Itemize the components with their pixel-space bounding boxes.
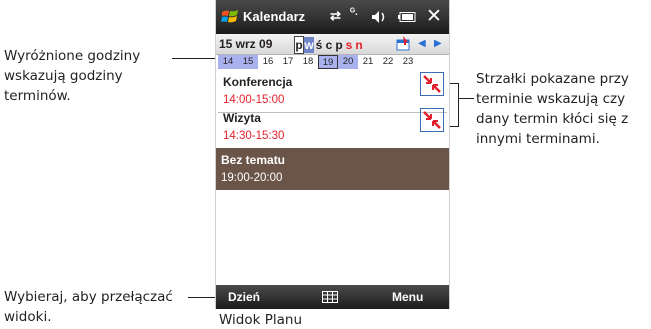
hour-label[interactable]: 23 xyxy=(398,55,418,69)
hours-callout-line-2: wskazują godziny xyxy=(4,68,123,84)
next-arrow-icon[interactable]: ▶ xyxy=(434,38,442,49)
hour-label[interactable]: 14 xyxy=(218,55,238,69)
close-icon[interactable]: ✕ xyxy=(426,5,442,28)
windows-logo-icon[interactable] xyxy=(221,9,239,25)
hour-label[interactable]: 19 xyxy=(318,55,338,69)
appointment-time: 14:30-15:30 xyxy=(223,130,285,142)
hours-callout-line-1: Wyróżnione godziny xyxy=(4,48,141,64)
battery-icon[interactable] xyxy=(398,12,416,22)
volume-icon[interactable] xyxy=(371,10,387,24)
conflict-callout: Strzałki pokazane przy terminie wskazują… xyxy=(476,69,629,149)
switch-callout: Wybieraj, aby przełączać widoki. xyxy=(4,287,173,327)
menu-softkey[interactable]: Menu xyxy=(392,290,423,304)
day-button[interactable]: n xyxy=(354,37,364,53)
hours-callout-line-3: terminów. xyxy=(4,88,71,104)
hour-label[interactable]: 15 xyxy=(238,55,258,69)
hours-callout: Wyróżnione godziny wskazują godziny term… xyxy=(4,46,140,106)
conflict-callout-line-4: innymi terminami. xyxy=(476,131,600,147)
day-button[interactable]: w xyxy=(304,37,314,53)
appointment-item[interactable]: Bez tematu 19:00-20:00 xyxy=(216,148,449,190)
date-bar: 15 wrz 09 pwścpsn ◀ ▶ xyxy=(216,34,449,55)
signal-icon[interactable]: ᴳ. xyxy=(350,7,358,18)
hour-label[interactable]: 17 xyxy=(278,55,298,69)
phone-screen: Kalendarz ⇄ ᴳ. ✕ 15 wrz 09 pwścpsn ◀ ▶ 1… xyxy=(215,0,450,309)
conflict-callout-line-1: Strzałki pokazane przy xyxy=(476,71,629,87)
switch-callout-line-2: widoki. xyxy=(4,309,52,325)
conflict-callout-bracket xyxy=(458,83,459,127)
conflict-callout-leader xyxy=(458,98,474,99)
conflict-arrows-icon xyxy=(420,72,444,96)
soft-key-bar: Dzień Menu xyxy=(216,285,449,309)
hour-label[interactable]: 21 xyxy=(358,55,378,69)
hours-callout-leader xyxy=(172,58,216,59)
go-to-today-icon[interactable] xyxy=(396,36,411,51)
hour-label[interactable]: 22 xyxy=(378,55,398,69)
hour-label[interactable]: 20 xyxy=(338,55,358,69)
hour-strip: 14 15 16 17 18 19 20 21 22 23 xyxy=(216,55,449,69)
current-date[interactable]: 15 wrz 09 xyxy=(219,37,272,51)
appointment-title: Wizyta xyxy=(223,111,261,125)
week-day-selector: pwścpsn xyxy=(294,36,364,54)
day-button[interactable]: s xyxy=(344,37,354,53)
conflict-callout-line-3: dany termin kłóci się z xyxy=(476,111,629,127)
previous-arrow-icon[interactable]: ◀ xyxy=(418,38,426,49)
switch-callout-line-1: Wybieraj, aby przełączać xyxy=(4,289,173,305)
calendar-grid-icon[interactable] xyxy=(322,291,338,303)
day-button[interactable]: ś xyxy=(314,37,324,53)
appointment-item[interactable]: Wizyta 14:30-15:30 xyxy=(218,106,447,149)
day-view-softkey[interactable]: Dzień xyxy=(228,290,260,304)
day-button[interactable]: p xyxy=(334,37,344,53)
day-button[interactable]: c xyxy=(324,37,334,53)
conflict-arrows-icon xyxy=(420,108,444,132)
title-bar: Kalendarz ⇄ ᴳ. ✕ xyxy=(216,0,449,34)
conflict-callout-line-2: terminie wskazują czy xyxy=(476,91,626,107)
appointment-title: Bez tematu xyxy=(221,153,286,167)
hour-label[interactable]: 18 xyxy=(298,55,318,69)
appointment-time: 14:00-15:00 xyxy=(223,94,285,106)
appointment-title: Konferencja xyxy=(223,75,293,89)
hour-label[interactable]: 16 xyxy=(258,55,278,69)
app-title: Kalendarz xyxy=(243,9,306,24)
figure-caption: Widok Planu xyxy=(219,312,303,328)
day-button[interactable]: p xyxy=(294,36,304,54)
sync-arrows-icon[interactable]: ⇄ xyxy=(330,8,341,24)
appointment-time: 19:00-20:00 xyxy=(221,172,283,184)
